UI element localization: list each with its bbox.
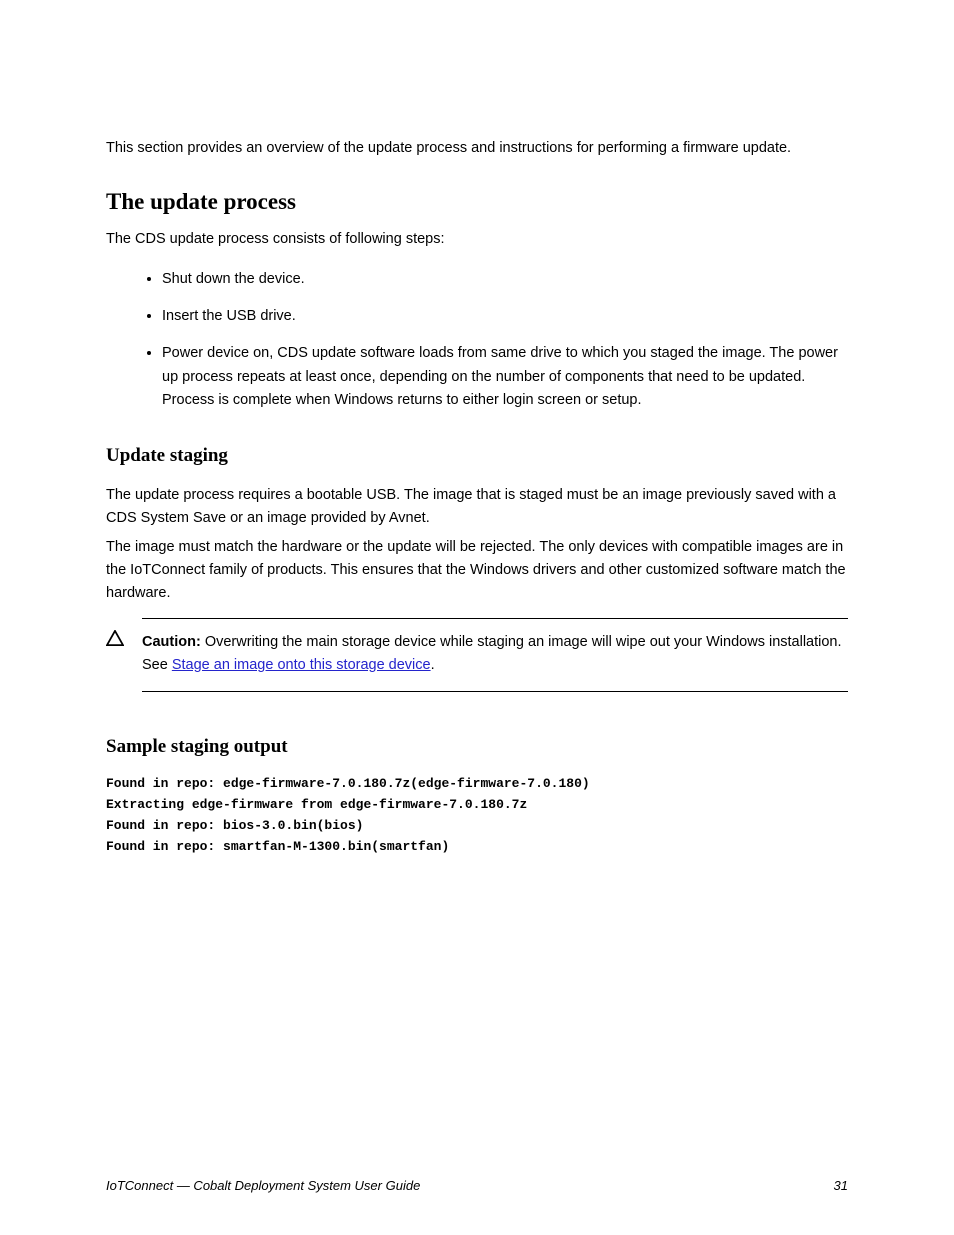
heading-sample-output: Sample staging output [106,734,848,761]
caution-text-post: . [431,657,435,673]
heading-update-staging: Update staging [106,443,848,470]
staging-para-1: The update process requires a bootable U… [106,484,848,530]
document-page: This section provides an overview of the… [0,0,954,856]
caution-triangle-icon [106,630,124,646]
code-line: Found in repo: edge-firmware-7.0.180.7z(… [106,775,848,793]
list-item: Insert the USB drive. [162,298,848,335]
caution-label: Caution: [142,634,205,650]
caution-icon-cell [106,618,130,652]
staging-para-2: The image must match the hardware or the… [106,536,848,606]
footer-page-number: 31 [834,1177,848,1195]
page-footer: IoTConnect — Cobalt Deployment System Us… [106,1177,848,1195]
footer-title: IoTConnect — Cobalt Deployment System Us… [106,1177,420,1195]
caution-block: Caution: Overwriting the main storage de… [106,618,848,692]
list-item: Shut down the device. [162,261,848,298]
update-process-intro: The CDS update process consists of follo… [106,228,848,251]
section-intro-text: This section provides an overview of the… [106,137,848,160]
caution-link[interactable]: Stage an image onto this storage device [172,657,431,673]
caution-content: Caution: Overwriting the main storage de… [142,618,848,692]
list-item: Power device on, CDS update software loa… [162,335,848,419]
update-steps-list: Shut down the device. Insert the USB dri… [106,261,848,419]
heading-update-process: The update process [106,186,848,218]
code-line: Extracting edge-firmware from edge-firmw… [106,796,848,814]
sample-staging-output-section: Sample staging output Found in repo: edg… [106,734,848,856]
code-line: Found in repo: smartfan-M-1300.bin(smart… [106,838,848,856]
code-line: Found in repo: bios-3.0.bin(bios) [106,817,848,835]
